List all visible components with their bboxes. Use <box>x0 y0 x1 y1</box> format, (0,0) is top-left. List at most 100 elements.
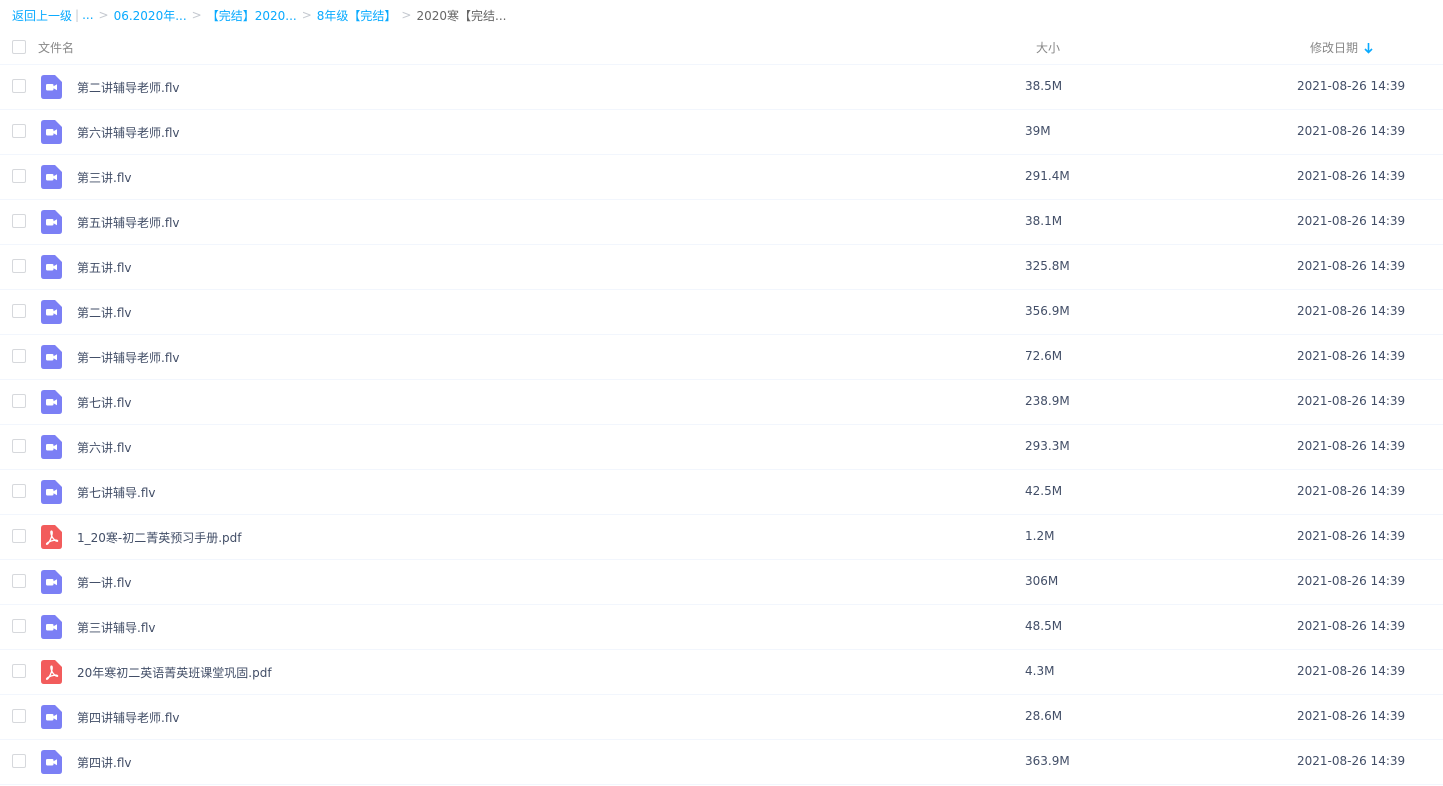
row-checkbox[interactable] <box>12 259 26 273</box>
row-checkbox[interactable] <box>12 79 26 93</box>
breadcrumb-current: 2020寒【完结... <box>416 8 507 23</box>
file-row[interactable]: 第五讲.flv 325.8M 2021-08-26 14:39 <box>0 245 1443 290</box>
file-size: 1.2M <box>1025 529 1055 543</box>
column-header-date[interactable]: 修改日期 <box>1310 39 1373 56</box>
row-checkbox[interactable] <box>12 619 26 633</box>
file-size: 291.4M <box>1025 169 1070 183</box>
sort-descending-icon[interactable] <box>1364 42 1373 54</box>
file-row[interactable]: 第七讲辅导.flv 42.5M 2021-08-26 14:39 <box>0 470 1443 515</box>
file-name[interactable]: 第二讲.flv <box>77 304 131 321</box>
file-name[interactable]: 第五讲辅导老师.flv <box>77 214 179 231</box>
row-checkbox[interactable] <box>12 214 26 228</box>
file-row[interactable]: 第二讲.flv 356.9M 2021-08-26 14:39 <box>0 290 1443 335</box>
row-checkbox[interactable] <box>12 709 26 723</box>
file-row[interactable]: 第五讲辅导老师.flv 38.1M 2021-08-26 14:39 <box>0 200 1443 245</box>
file-name[interactable]: 第二讲辅导老师.flv <box>77 79 179 96</box>
file-name[interactable]: 第四讲辅导老师.flv <box>77 709 179 726</box>
file-size: 38.5M <box>1025 79 1063 93</box>
file-name[interactable]: 1_20寒-初二菁英预习手册.pdf <box>77 529 242 546</box>
breadcrumb-ellipsis-link[interactable]: ... <box>82 8 93 22</box>
file-row[interactable]: 第三讲辅导.flv 48.5M 2021-08-26 14:39 <box>0 605 1443 650</box>
file-row[interactable]: 第四讲辅导老师.flv 28.6M 2021-08-26 14:39 <box>0 695 1443 740</box>
file-name[interactable]: 第六讲辅导老师.flv <box>77 124 179 141</box>
file-list: 第二讲辅导老师.flv 38.5M 2021-08-26 14:39 第六讲辅导老师… <box>0 65 1443 785</box>
video-icon <box>41 75 62 99</box>
file-size: 28.6M <box>1025 709 1063 723</box>
file-modified-date: 2021-08-26 14:39 <box>1297 259 1406 273</box>
row-checkbox[interactable] <box>12 304 26 318</box>
file-row[interactable]: 第一讲.flv 306M 2021-08-26 14:39 <box>0 560 1443 605</box>
file-list-header: 文件名 大小 修改日期 <box>0 30 1443 65</box>
video-icon <box>41 705 62 729</box>
video-icon <box>41 570 62 594</box>
file-modified-date: 2021-08-26 14:39 <box>1297 214 1406 228</box>
file-row[interactable]: 第二讲辅导老师.flv 38.5M 2021-08-26 14:39 <box>0 65 1443 110</box>
file-row[interactable]: 第三讲.flv 291.4M 2021-08-26 14:39 <box>0 155 1443 200</box>
column-header-name[interactable]: 文件名 <box>38 39 74 56</box>
file-name[interactable]: 第三讲.flv <box>77 169 131 186</box>
file-name[interactable]: 第七讲辅导.flv <box>77 484 155 501</box>
row-checkbox[interactable] <box>12 349 26 363</box>
file-modified-date: 2021-08-26 14:39 <box>1297 79 1406 93</box>
column-header-date-label: 修改日期 <box>1310 41 1359 55</box>
video-icon <box>41 165 62 189</box>
file-row[interactable]: 第六讲辅导老师.flv 39M 2021-08-26 14:39 <box>0 110 1443 155</box>
file-modified-date: 2021-08-26 14:39 <box>1297 619 1406 633</box>
breadcrumb-item[interactable]: 【完结】2020... <box>207 7 297 24</box>
file-size: 4.3M <box>1025 664 1055 678</box>
file-modified-date: 2021-08-26 14:39 <box>1297 709 1406 723</box>
file-name[interactable]: 第一讲.flv <box>77 574 131 591</box>
video-icon <box>41 345 62 369</box>
file-row[interactable]: 20年寒初二英语菁英班课堂巩固.pdf 4.3M 2021-08-26 14:39 <box>0 650 1443 695</box>
video-icon <box>41 615 62 639</box>
row-checkbox[interactable] <box>12 394 26 408</box>
video-icon <box>41 390 62 414</box>
breadcrumb-back-link[interactable]: 返回上一级 <box>12 7 72 24</box>
file-name[interactable]: 第四讲.flv <box>77 754 131 771</box>
video-icon <box>41 120 62 144</box>
row-checkbox[interactable] <box>12 754 26 768</box>
file-name[interactable]: 第五讲.flv <box>77 259 131 276</box>
file-size: 238.9M <box>1025 394 1070 408</box>
file-modified-date: 2021-08-26 14:39 <box>1297 664 1406 678</box>
file-modified-date: 2021-08-26 14:39 <box>1297 349 1406 363</box>
file-row[interactable]: 1_20寒-初二菁英预习手册.pdf 1.2M 2021-08-26 14:39 <box>0 515 1443 560</box>
file-modified-date: 2021-08-26 14:39 <box>1297 754 1406 768</box>
file-modified-date: 2021-08-26 14:39 <box>1297 169 1406 183</box>
breadcrumb-item[interactable]: 8年级【完结】 <box>317 7 397 24</box>
file-size: 363.9M <box>1025 754 1070 768</box>
file-modified-date: 2021-08-26 14:39 <box>1297 394 1406 408</box>
file-name[interactable]: 第三讲辅导.flv <box>77 619 155 636</box>
row-checkbox[interactable] <box>12 529 26 543</box>
file-size: 306M <box>1025 574 1059 588</box>
file-size: 325.8M <box>1025 259 1070 273</box>
row-checkbox[interactable] <box>12 169 26 183</box>
file-size: 48.5M <box>1025 619 1063 633</box>
file-modified-date: 2021-08-26 14:39 <box>1297 574 1406 588</box>
breadcrumb-separator: > <box>301 8 312 22</box>
breadcrumb-separator: > <box>98 8 109 22</box>
row-checkbox[interactable] <box>12 484 26 498</box>
pdf-icon <box>41 525 62 549</box>
file-name[interactable]: 第七讲.flv <box>77 394 131 411</box>
row-checkbox[interactable] <box>12 124 26 138</box>
file-row[interactable]: 第六讲.flv 293.3M 2021-08-26 14:39 <box>0 425 1443 470</box>
video-icon <box>41 435 62 459</box>
file-row[interactable]: 第四讲.flv 363.9M 2021-08-26 14:39 <box>0 740 1443 785</box>
file-size: 356.9M <box>1025 304 1070 318</box>
file-row[interactable]: 第七讲.flv 238.9M 2021-08-26 14:39 <box>0 380 1443 425</box>
file-name[interactable]: 第一讲辅导老师.flv <box>77 349 179 366</box>
file-size: 72.6M <box>1025 349 1063 363</box>
select-all-checkbox[interactable] <box>12 40 26 54</box>
video-icon <box>41 255 62 279</box>
file-modified-date: 2021-08-26 14:39 <box>1297 304 1406 318</box>
column-header-size[interactable]: 大小 <box>1036 39 1060 56</box>
file-name[interactable]: 20年寒初二英语菁英班课堂巩固.pdf <box>77 664 272 681</box>
row-checkbox[interactable] <box>12 664 26 678</box>
row-checkbox[interactable] <box>12 439 26 453</box>
file-name[interactable]: 第六讲.flv <box>77 439 131 456</box>
breadcrumb: 返回上一级 | ... > 06.2020年... > 【完结】2020... … <box>12 0 506 30</box>
breadcrumb-item[interactable]: 06.2020年... <box>114 7 187 24</box>
row-checkbox[interactable] <box>12 574 26 588</box>
file-row[interactable]: 第一讲辅导老师.flv 72.6M 2021-08-26 14:39 <box>0 335 1443 380</box>
